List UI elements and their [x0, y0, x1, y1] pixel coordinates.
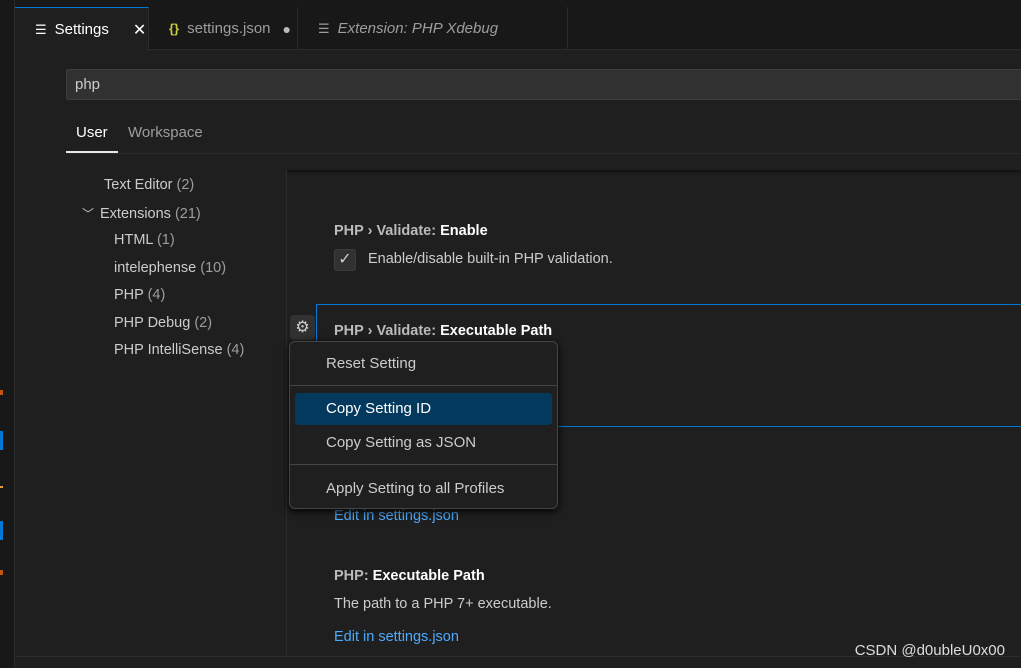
validate-enable-checkbox[interactable]: ✓ — [334, 249, 356, 271]
json-braces-icon: {} — [169, 21, 180, 36]
tab-user[interactable]: User — [66, 124, 118, 153]
toc-item-html[interactable]: HTML (1) — [114, 232, 175, 248]
toc-count: (2) — [176, 177, 195, 193]
toc-count: (1) — [156, 232, 175, 248]
toc-label: PHP IntelliSense — [114, 342, 223, 358]
toc-count: (4) — [226, 342, 245, 358]
extension-lines-icon: ☰ — [318, 20, 330, 36]
setting-title: PHP › Validate: Enable — [334, 223, 488, 239]
settings-search-input[interactable] — [66, 69, 1021, 100]
scroll-shadow — [287, 170, 1021, 175]
menu-item-copy-setting-id[interactable]: Copy Setting ID — [295, 393, 552, 425]
context-menu: Reset Setting Copy Setting ID Copy Setti… — [289, 341, 558, 509]
toc-label: HTML — [114, 232, 153, 248]
settings-lines-icon: ☰ — [35, 21, 47, 37]
toc-count: (4) — [147, 287, 166, 303]
toc-item-extensions[interactable]: ﹀ Extensions (21) — [82, 205, 201, 222]
activity-bar — [0, 0, 15, 668]
tab-label: Settings — [54, 21, 109, 38]
toc-item-text-editor[interactable]: Text Editor (2) — [104, 177, 194, 193]
toc-count: (10) — [200, 260, 227, 276]
toc-label: PHP — [114, 287, 144, 303]
toc-count: (2) — [194, 315, 213, 331]
watermark: CSDN @d0ubleU0x00 — [854, 642, 1005, 659]
setting-title: PHP › Validate: Executable Path — [334, 323, 553, 339]
tab-settings[interactable]: ☰ Settings ✕ — [15, 7, 149, 51]
tab-extension-php-xdebug[interactable]: ☰ Extension: PHP Xdebug — [298, 7, 568, 50]
tab-label: Extension: PHP Xdebug — [337, 20, 499, 37]
setting-description: Enable/disable built-in PHP validation. — [368, 251, 613, 267]
menu-item-copy-setting-as-json[interactable]: Copy Setting as JSON — [295, 427, 552, 459]
toc-count: (21) — [174, 206, 201, 222]
sash[interactable] — [286, 170, 287, 656]
menu-separator — [290, 385, 557, 386]
edit-in-settings-json-link[interactable]: Edit in settings.json — [334, 508, 459, 524]
chevron-down-icon: ﹀ — [82, 207, 95, 221]
gear-icon[interactable]: ⚙ — [290, 315, 315, 340]
tab-label: settings.json — [187, 20, 271, 37]
toc-label: PHP Debug — [114, 315, 191, 331]
toc-label: Extensions — [100, 206, 171, 222]
toc-item-php[interactable]: PHP (4) — [114, 287, 165, 303]
tab-workspace[interactable]: Workspace — [118, 124, 213, 153]
tab-bar: ☰ Settings ✕ {} settings.json ● ☰ Extens… — [15, 7, 1021, 51]
menu-item-reset-setting[interactable]: Reset Setting — [295, 348, 552, 380]
toc-label: Text Editor — [104, 177, 173, 193]
toc-label: intelephense — [114, 260, 197, 276]
check-icon: ✓ — [338, 251, 352, 268]
tab-settings-json[interactable]: {} settings.json ● — [149, 7, 298, 50]
title-strip — [15, 0, 1021, 7]
modified-dot-icon[interactable]: ● — [283, 21, 291, 37]
toc-item-intelephense[interactable]: intelephense (10) — [114, 260, 226, 276]
toc-item-php-intellisense[interactable]: PHP IntelliSense (4) — [114, 342, 244, 358]
close-icon[interactable]: ✕ — [133, 20, 146, 40]
setting-description: The path to a PHP 7+ executable. — [334, 596, 552, 612]
edit-in-settings-json-link[interactable]: Edit in settings.json — [334, 629, 459, 645]
divider — [66, 153, 1021, 154]
menu-item-apply-setting-to-all-profiles[interactable]: Apply Setting to all Profiles — [295, 473, 552, 505]
toc-item-php-debug[interactable]: PHP Debug (2) — [114, 315, 212, 331]
menu-separator — [290, 464, 557, 465]
setting-title: PHP: Executable Path — [334, 568, 485, 584]
